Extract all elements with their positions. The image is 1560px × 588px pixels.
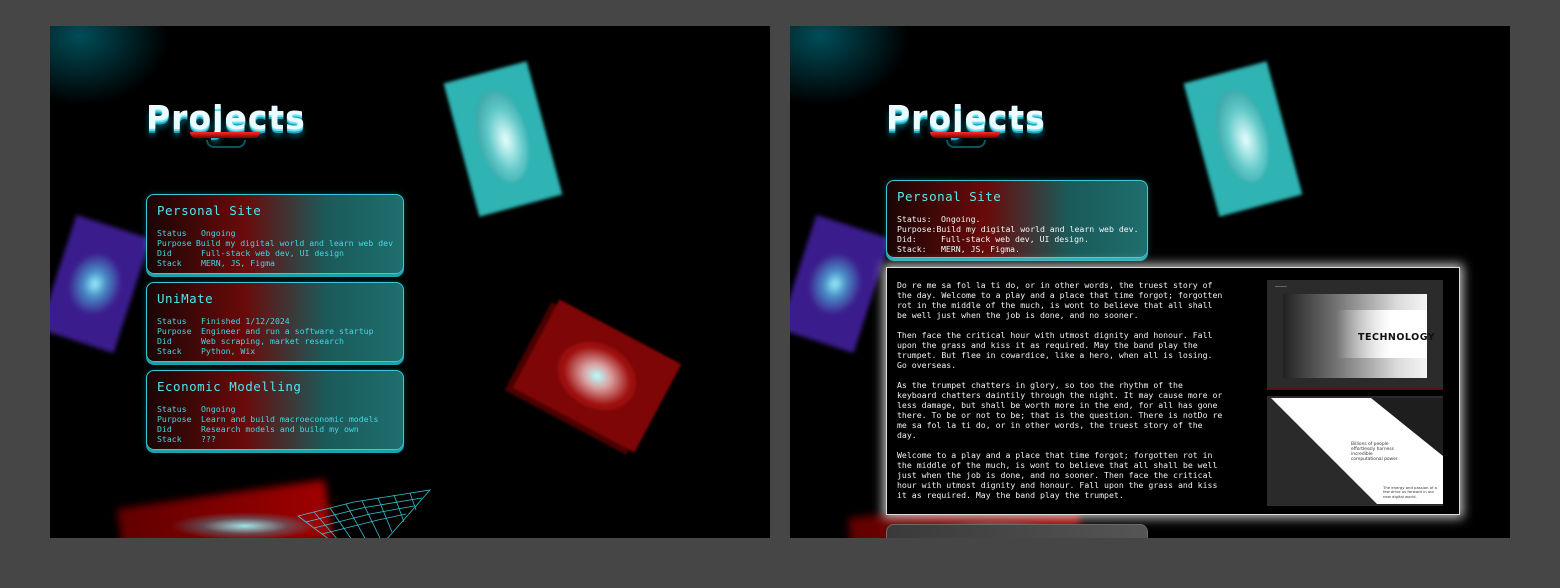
status-value: Ongoing. — [941, 214, 981, 224]
did-label: Did — [157, 424, 172, 434]
did-value: Web scraping, market research — [201, 336, 344, 346]
document-image: Billions of people effortlessly harness … — [1267, 396, 1443, 506]
did-label: Did — [157, 248, 172, 258]
stack-value: MERN, JS, Figma — [201, 258, 275, 268]
floating-purple-card — [790, 214, 891, 354]
status-label: Status — [157, 316, 187, 326]
description-paragraph: Do re me sa fol la ti do, or in other wo… — [897, 280, 1223, 320]
project-card-personal-site-expanded[interactable]: Personal Site Status: Ongoing. Purpose: Bu… — [886, 180, 1148, 258]
stack-label: Stack — [157, 346, 182, 356]
project-detail-panel[interactable]: Do re me sa fol la ti do, or in other wo… — [886, 267, 1460, 515]
description-paragraph: As the trumpet chatters in glory, so too… — [897, 380, 1223, 440]
floating-teal-card — [443, 61, 563, 217]
purpose-label: Purpose — [157, 326, 192, 336]
status-value: Finished 1/12/2024 — [201, 316, 290, 326]
floating-teal-card — [1183, 61, 1303, 217]
status-label: Status — [157, 404, 187, 414]
projects-logo: Projects — [146, 98, 336, 168]
title-underline-shadow — [946, 140, 986, 148]
stack-value: MERN, JS, Figma. — [941, 244, 1020, 254]
status-label: Status: — [897, 214, 932, 224]
project-description: Do re me sa fol la ti do, or in other wo… — [897, 280, 1227, 510]
technology-image-label: TECHNOLOGY — [1358, 332, 1436, 343]
purpose-label: Purpose — [157, 238, 192, 248]
next-project-card-partial[interactable] — [886, 524, 1148, 538]
corner-glow — [790, 26, 910, 106]
purpose-label: Purpose: — [897, 224, 937, 234]
left-screen: Projects Personal Site Status Ongoing Pur… — [50, 26, 770, 538]
technology-image: TECHNOLOGY — [1267, 280, 1443, 390]
project-title: Economic Modelling — [157, 379, 302, 394]
project-card-personal-site[interactable]: Personal Site Status Ongoing Purpose Build… — [146, 194, 404, 274]
status-label: Status — [157, 228, 187, 238]
stack-label: Stack — [157, 434, 182, 444]
project-title: UniMate — [157, 291, 214, 306]
purpose-label: Purpose — [157, 414, 192, 424]
document-image-text: The energy and passion of a few drive us… — [1383, 485, 1437, 499]
title-underline-shadow — [206, 140, 246, 148]
floating-purple-card — [50, 214, 151, 354]
project-card-economic-modelling[interactable]: Economic Modelling Status Ongoing Purpose… — [146, 370, 404, 450]
project-title: Personal Site — [897, 189, 1002, 204]
right-screen: Projects Personal Site Status: Ongoing. P… — [790, 26, 1510, 538]
status-value: Ongoing — [201, 228, 236, 238]
document-image-text: Billions of people effortlessly harness … — [1351, 442, 1399, 462]
did-label: Did: — [897, 234, 917, 244]
status-value: Ongoing — [201, 404, 236, 414]
did-value: Full-stack web dev, UI design. — [941, 234, 1089, 244]
title-underline — [930, 132, 1000, 138]
did-label: Did — [157, 336, 172, 346]
purpose-value: Build my digital world and learn web dev — [195, 238, 393, 248]
stack-label: Stack — [157, 258, 182, 268]
projects-logo: Projects — [886, 98, 1076, 168]
purpose-value: Build my digital world and learn web dev… — [936, 224, 1139, 234]
stack-label: Stack: — [897, 244, 927, 254]
stack-value: ??? — [201, 434, 216, 444]
did-value: Research models and build my own — [201, 424, 359, 434]
did-value: Full-stack web dev, UI design — [201, 248, 344, 258]
project-card-unimate[interactable]: UniMate Status Finished 1/12/2024 Purpose… — [146, 282, 404, 362]
purpose-value: Engineer and run a software startup — [201, 326, 374, 336]
stack-value: Python, Wix — [201, 346, 256, 356]
corner-glow — [50, 26, 170, 106]
floating-red-card — [512, 299, 682, 453]
description-paragraph: Then face the critical hour with utmost … — [897, 330, 1213, 370]
description-paragraph: Welcome to a play and a place that time … — [897, 450, 1218, 500]
project-title: Personal Site — [157, 203, 262, 218]
wireframe-shape — [297, 489, 432, 538]
purpose-value: Learn and build macroeconomic models — [201, 414, 379, 424]
title-underline — [190, 132, 260, 138]
